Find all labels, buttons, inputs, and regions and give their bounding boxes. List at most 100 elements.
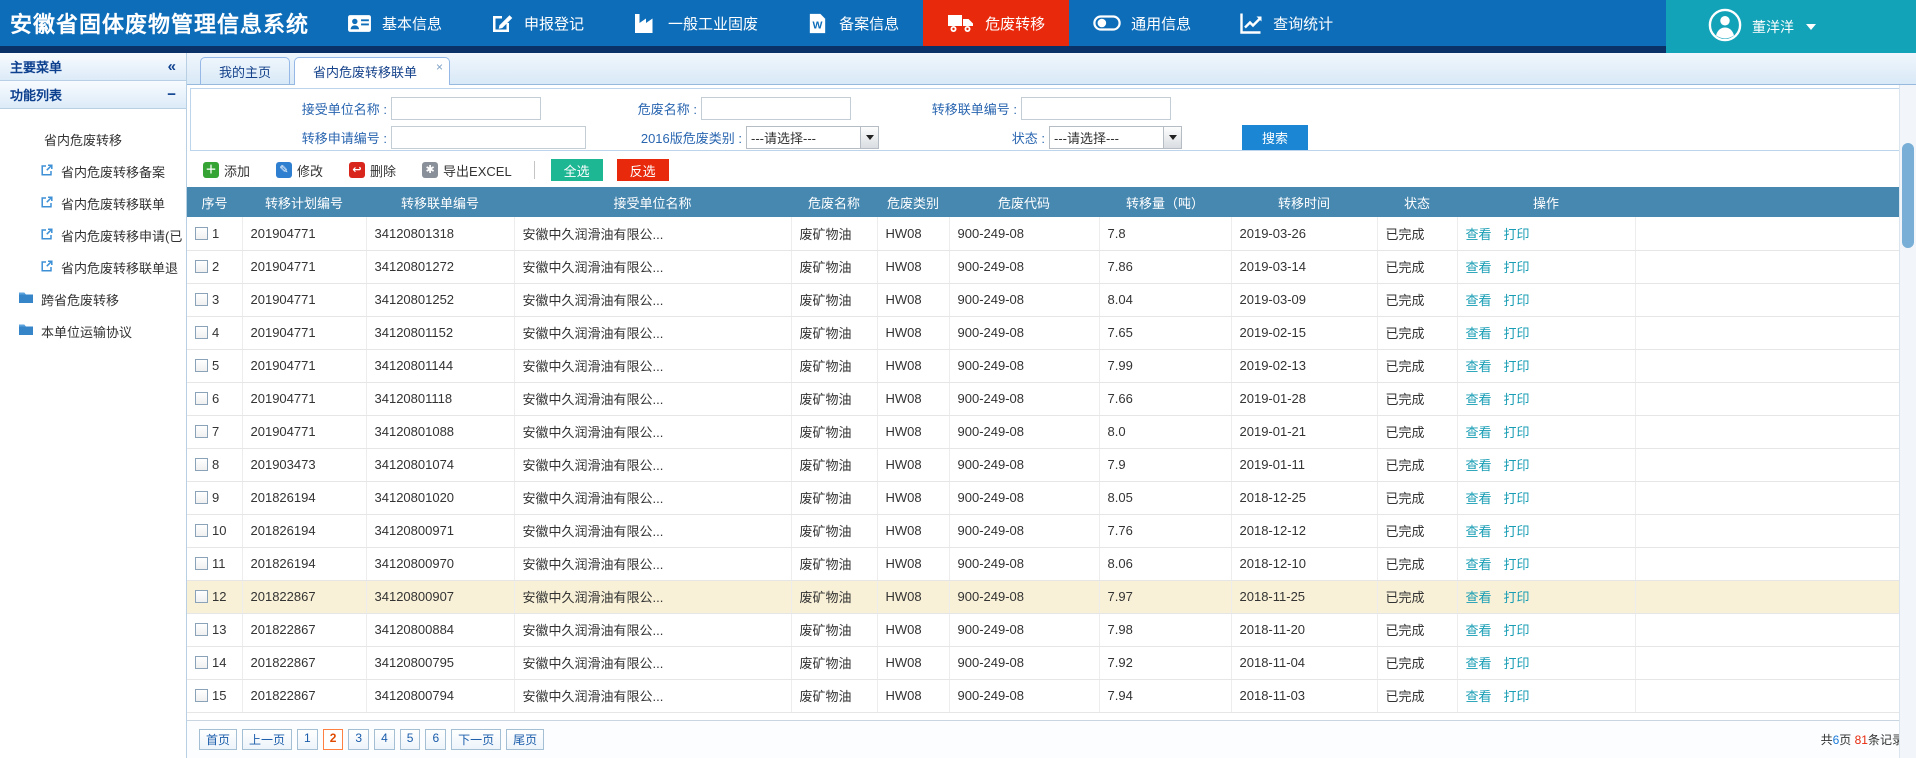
view-link[interactable]: 查看	[1466, 656, 1492, 671]
select-arrow-icon[interactable]	[860, 127, 878, 148]
row-checkbox[interactable]	[195, 458, 208, 471]
sidebar-item-3[interactable]: 省内危废转移联单	[0, 187, 186, 219]
search-input-r1-3[interactable]	[1021, 97, 1171, 120]
page-button-2[interactable]: 2	[323, 729, 344, 750]
print-link[interactable]: 打印	[1504, 491, 1530, 506]
table-row-13[interactable]: 1320182286734120800884安徽中久润滑油有限公...废矿物油H…	[187, 613, 1916, 646]
search-select-r2-3[interactable]: ---请选择---	[1049, 126, 1182, 149]
view-link[interactable]: 查看	[1466, 458, 1492, 473]
select-arrow-icon[interactable]	[1163, 127, 1181, 148]
print-link[interactable]: 打印	[1504, 458, 1530, 473]
row-checkbox[interactable]	[195, 326, 208, 339]
page-button-1[interactable]: 1	[297, 729, 318, 750]
page-button-3[interactable]: 3	[348, 729, 369, 750]
table-row-5[interactable]: 520190477134120801144安徽中久润滑油有限公...废矿物油HW…	[187, 349, 1916, 382]
toolbar-action-2[interactable]: ✎修改	[270, 161, 329, 180]
page-first-button[interactable]: 首页	[199, 729, 237, 750]
sidebar-item-2[interactable]: 省内危废转移备案	[0, 155, 186, 187]
print-link[interactable]: 打印	[1504, 227, 1530, 242]
sidebar-item-4[interactable]: 省内危废转移申请(已	[0, 219, 186, 251]
view-link[interactable]: 查看	[1466, 491, 1492, 506]
search-input-r1-1[interactable]	[391, 97, 541, 120]
nav-item-4[interactable]: W备案信息	[782, 0, 923, 46]
table-row-3[interactable]: 320190477134120801252安徽中久润滑油有限公...废矿物油HW…	[187, 283, 1916, 316]
print-link[interactable]: 打印	[1504, 260, 1530, 275]
view-link[interactable]: 查看	[1466, 392, 1492, 407]
table-row-11[interactable]: 1120182619434120800970安徽中久润滑油有限公...废矿物油H…	[187, 547, 1916, 580]
nav-item-5[interactable]: 危废转移	[923, 0, 1069, 46]
view-link[interactable]: 查看	[1466, 590, 1492, 605]
sidebar-item-6[interactable]: 跨省危废转移	[0, 283, 186, 315]
tab-manifest[interactable]: 省内危废转移联单 ×	[294, 57, 450, 85]
nav-item-1[interactable]: 基本信息	[323, 0, 466, 46]
tab-close-icon[interactable]: ×	[436, 61, 443, 73]
toolbar-action-3[interactable]: ↩删除	[343, 161, 402, 180]
row-checkbox[interactable]	[195, 392, 208, 405]
row-checkbox[interactable]	[195, 260, 208, 273]
view-link[interactable]: 查看	[1466, 689, 1492, 704]
scrollbar-thumb[interactable]	[1902, 143, 1914, 248]
table-row-8[interactable]: 820190347334120801074安徽中久润滑油有限公...废矿物油HW…	[187, 448, 1916, 481]
print-link[interactable]: 打印	[1504, 326, 1530, 341]
page-button-6[interactable]: 6	[425, 729, 446, 750]
select-all-button[interactable]: 全选	[551, 159, 603, 181]
view-link[interactable]: 查看	[1466, 524, 1492, 539]
table-row-10[interactable]: 1020182619434120800971安徽中久润滑油有限公...废矿物油H…	[187, 514, 1916, 547]
view-link[interactable]: 查看	[1466, 293, 1492, 308]
nav-item-2[interactable]: 申报登记	[466, 0, 608, 46]
print-link[interactable]: 打印	[1504, 425, 1530, 440]
page-button-5[interactable]: 5	[400, 729, 421, 750]
search-select-r2-2[interactable]: ---请选择---	[746, 126, 879, 149]
row-checkbox[interactable]	[195, 524, 208, 537]
page-next-button[interactable]: 下一页	[451, 729, 501, 750]
sidebar-minimize-icon[interactable]: −	[167, 87, 176, 102]
print-link[interactable]: 打印	[1504, 590, 1530, 605]
table-row-6[interactable]: 620190477134120801118安徽中久润滑油有限公...废矿物油HW…	[187, 382, 1916, 415]
table-row-9[interactable]: 920182619434120801020安徽中久润滑油有限公...废矿物油HW…	[187, 481, 1916, 514]
row-checkbox[interactable]	[195, 557, 208, 570]
row-checkbox[interactable]	[195, 656, 208, 669]
nav-item-3[interactable]: 一般工业固废	[608, 0, 782, 46]
page-last-button[interactable]: 尾页	[506, 729, 544, 750]
table-row-1[interactable]: 120190477134120801318安徽中久润滑油有限公...废矿物油HW…	[187, 217, 1916, 250]
view-link[interactable]: 查看	[1466, 326, 1492, 341]
sidebar-item-7[interactable]: 本单位运输协议	[0, 315, 186, 347]
search-input-r1-2[interactable]	[701, 97, 851, 120]
nav-item-7[interactable]: 查询统计	[1215, 0, 1357, 46]
tab-home[interactable]: 我的主页	[200, 57, 290, 84]
print-link[interactable]: 打印	[1504, 524, 1530, 539]
table-row-2[interactable]: 220190477134120801272安徽中久润滑油有限公...废矿物油HW…	[187, 250, 1916, 283]
sidebar-collapse-icon[interactable]: «	[168, 59, 176, 74]
sidebar-item-1[interactable]: 省内危废转移	[0, 123, 186, 155]
row-checkbox[interactable]	[195, 293, 208, 306]
print-link[interactable]: 打印	[1504, 623, 1530, 638]
row-checkbox[interactable]	[195, 425, 208, 438]
toolbar-action-1[interactable]: ＋添加	[197, 161, 256, 180]
search-input-r2-1[interactable]	[391, 126, 586, 149]
print-link[interactable]: 打印	[1504, 689, 1530, 704]
search-button[interactable]: 搜索	[1242, 125, 1308, 150]
toolbar-action-4[interactable]: ✱导出EXCEL	[416, 161, 518, 180]
page-prev-button[interactable]: 上一页	[242, 729, 292, 750]
invert-selection-button[interactable]: 反选	[617, 159, 669, 181]
view-link[interactable]: 查看	[1466, 623, 1492, 638]
user-area[interactable]: 董洋洋	[1666, 0, 1916, 53]
nav-item-6[interactable]: 通用信息	[1069, 0, 1215, 46]
row-checkbox[interactable]	[195, 227, 208, 240]
print-link[interactable]: 打印	[1504, 557, 1530, 572]
print-link[interactable]: 打印	[1504, 359, 1530, 374]
table-row-14[interactable]: 1420182286734120800795安徽中久润滑油有限公...废矿物油H…	[187, 646, 1916, 679]
print-link[interactable]: 打印	[1504, 656, 1530, 671]
row-checkbox[interactable]	[195, 689, 208, 702]
view-link[interactable]: 查看	[1466, 260, 1492, 275]
row-checkbox[interactable]	[195, 359, 208, 372]
print-link[interactable]: 打印	[1504, 392, 1530, 407]
view-link[interactable]: 查看	[1466, 557, 1492, 572]
view-link[interactable]: 查看	[1466, 359, 1492, 374]
row-checkbox[interactable]	[195, 623, 208, 636]
table-row-7[interactable]: 720190477134120801088安徽中久润滑油有限公...废矿物油HW…	[187, 415, 1916, 448]
page-button-4[interactable]: 4	[374, 729, 395, 750]
table-row-12[interactable]: 1220182286734120800907安徽中久润滑油有限公...废矿物油H…	[187, 580, 1916, 613]
row-checkbox[interactable]	[195, 491, 208, 504]
table-row-15[interactable]: 1520182286734120800794安徽中久润滑油有限公...废矿物油H…	[187, 679, 1916, 712]
